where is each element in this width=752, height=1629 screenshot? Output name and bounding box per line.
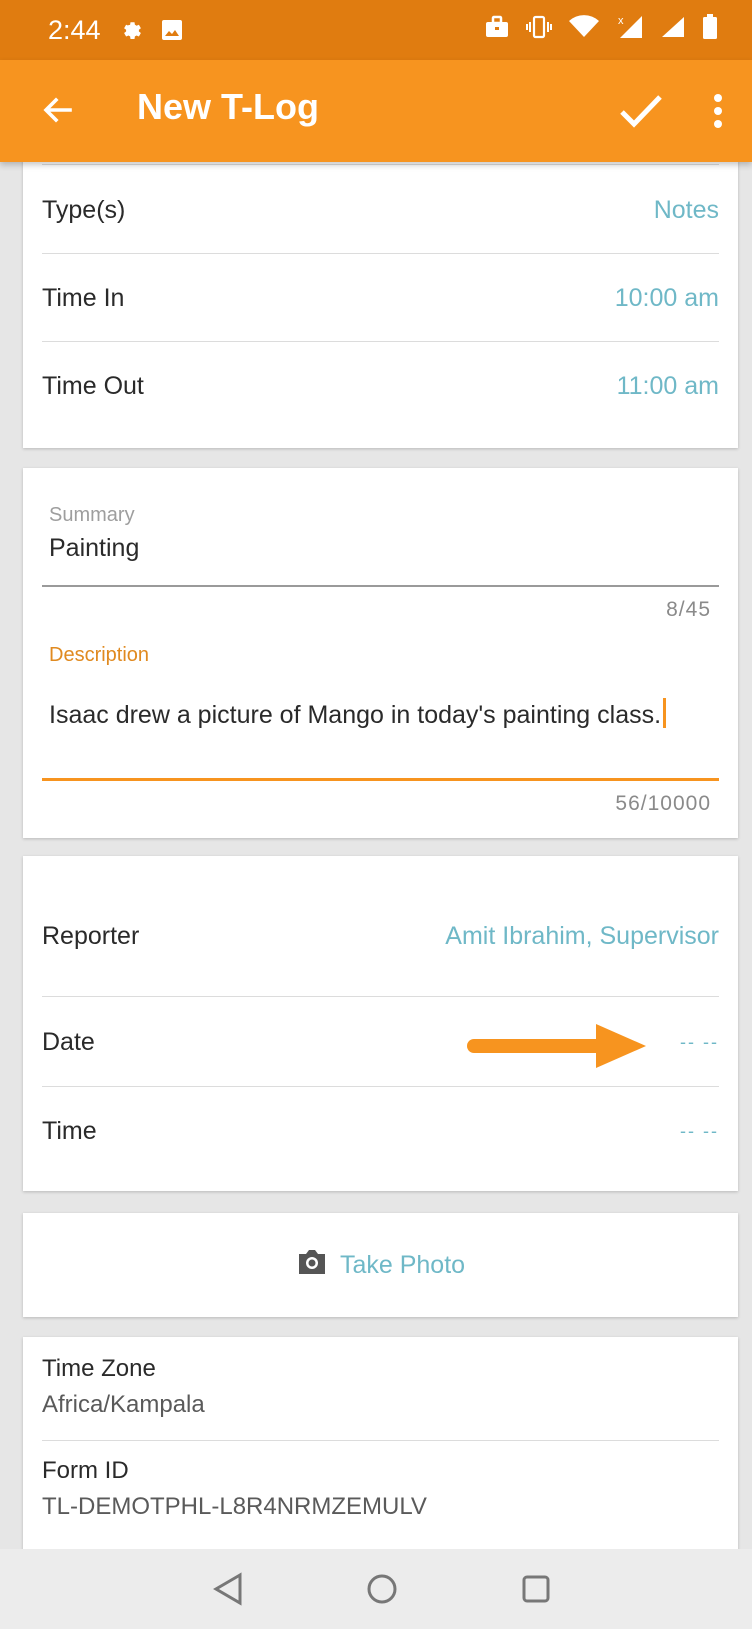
nav-recents-icon[interactable] <box>520 1571 552 1612</box>
time-zone-label: Time Zone <box>42 1355 156 1382</box>
signal-x-icon: x <box>616 14 644 45</box>
text-card: Summary Painting 8/45 Description Isaac … <box>23 468 738 838</box>
time-zone-value: Africa/Kampala <box>42 1391 205 1418</box>
form-id-label: Form ID <box>42 1457 129 1484</box>
time-out-value[interactable]: 11:00 am <box>617 372 719 401</box>
divider <box>42 1440 719 1441</box>
description-text: Isaac drew a picture of Mango in today's… <box>49 701 662 729</box>
divider <box>42 996 719 997</box>
more-vert-icon[interactable] <box>700 88 736 134</box>
date-label: Date <box>42 1027 95 1056</box>
description-input[interactable]: Isaac drew a picture of Mango in today's… <box>49 698 667 730</box>
status-time: 2:44 <box>48 14 101 45</box>
description-underline <box>42 778 719 781</box>
check-icon[interactable] <box>618 88 664 134</box>
take-photo-button[interactable]: Take Photo <box>23 1213 738 1317</box>
summary-counter: 8/45 <box>666 598 711 621</box>
reporter-label: Reporter <box>42 921 140 950</box>
page-title: New T-Log <box>137 86 319 127</box>
time-in-row[interactable]: Time In 10:00 am <box>42 254 719 342</box>
summary-underline <box>42 585 719 587</box>
wifi-icon <box>568 15 600 44</box>
time-in-label: Time In <box>42 283 125 312</box>
types-label: Type(s) <box>42 195 126 224</box>
signal-icon <box>660 15 686 44</box>
text-cursor <box>663 698 667 728</box>
time-in-value[interactable]: 10:00 am <box>615 284 719 313</box>
back-arrow-icon[interactable] <box>38 90 78 130</box>
annotation-arrow-icon <box>466 1022 648 1075</box>
time-row[interactable]: Time -- -- <box>42 1087 719 1175</box>
reporter-value[interactable]: Amit Ibrahim, Supervisor <box>445 922 719 951</box>
svg-text:x: x <box>618 15 624 27</box>
types-value[interactable]: Notes <box>654 196 719 225</box>
time-label: Time <box>42 1116 97 1145</box>
divider <box>42 164 719 165</box>
details-card: Type(s) Notes Time In 10:00 am Time Out … <box>23 150 738 448</box>
summary-label: Summary <box>49 504 135 526</box>
time-out-label: Time Out <box>42 371 144 400</box>
description-counter: 56/10000 <box>615 792 711 815</box>
status-bar: 2:44 x <box>0 0 752 60</box>
time-value[interactable]: -- -- <box>680 1121 719 1142</box>
summary-input[interactable]: Painting <box>49 534 139 563</box>
settings-gear-icon <box>119 18 143 42</box>
time-out-row[interactable]: Time Out 11:00 am <box>42 342 719 430</box>
types-row[interactable]: Type(s) Notes <box>42 166 719 254</box>
vibrate-icon <box>526 15 552 44</box>
form-id-value: TL-DEMOTPHL-L8R4NRMZEMULV <box>42 1493 427 1520</box>
nav-back-icon[interactable] <box>212 1571 244 1612</box>
camera-icon <box>296 1248 328 1283</box>
battery-icon <box>702 14 718 45</box>
system-nav-bar <box>0 1549 752 1629</box>
app-bar: New T-Log <box>0 60 752 162</box>
nav-home-icon[interactable] <box>366 1571 398 1612</box>
reporter-row[interactable]: Reporter Amit Ibrahim, Supervisor <box>42 892 719 980</box>
image-icon <box>161 19 183 41</box>
photo-card: Take Photo <box>23 1213 738 1317</box>
description-label: Description <box>49 644 150 666</box>
date-value[interactable]: -- -- <box>680 1032 719 1053</box>
briefcase-icon <box>484 15 510 44</box>
info-card: Time Zone Africa/Kampala Form ID TL-DEMO… <box>23 1337 738 1557</box>
take-photo-label: Take Photo <box>339 1250 466 1279</box>
